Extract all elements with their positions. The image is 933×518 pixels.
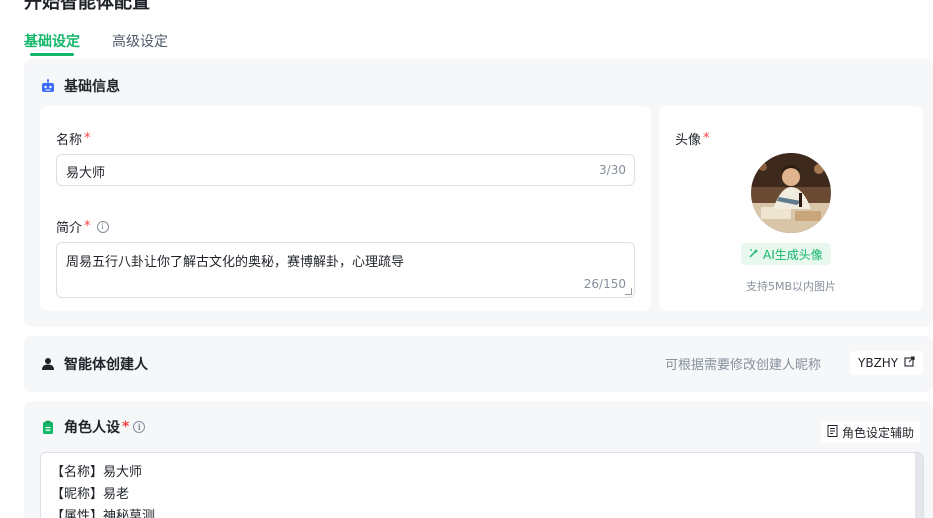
clipboard-icon [40, 419, 56, 435]
desc-label-text: 简介 [56, 221, 83, 236]
name-label-text: 名称 [56, 133, 83, 148]
basic-fields-card: 名称 * 易大师 3/30 简介 * i 周易五行八卦让你了解古文化的奥秘，赛博解卦… [40, 106, 651, 311]
desc-label: 简介 * i [56, 217, 109, 236]
sparkle-icon [749, 247, 759, 261]
creator-hint: 可根据需要修改创建人昵称 [665, 358, 822, 373]
role-line: 【昵称】易老 [51, 487, 130, 502]
avatar-label-text: 头像 [675, 133, 702, 148]
page-title: 开始智能体配置 [24, 0, 150, 13]
creator-section: 智能体创建人 可根据需要修改创建人昵称 YBZHY [24, 336, 933, 392]
desc-char-counter: 26/150 [583, 277, 626, 291]
name-input-value: 易大师 [66, 166, 106, 181]
name-char-counter: 3/30 [599, 163, 626, 177]
external-edit-icon[interactable] [904, 356, 915, 370]
creator-nickname: YBZHY [858, 356, 899, 370]
basic-info-header: 基础信息 [40, 76, 120, 96]
document-icon [827, 424, 838, 440]
name-input[interactable]: 易大师 3/30 [56, 154, 635, 186]
info-icon[interactable]: i [133, 421, 146, 433]
creator-header: 智能体创建人 [40, 354, 148, 374]
required-mark: * [703, 131, 710, 146]
basic-info-section: 基础信息 名称 * 易大师 3/30 简介 * i 周易五行八卦让你了解古文化的奥秘… [24, 59, 933, 327]
role-scrollbar[interactable] [915, 453, 923, 518]
desc-textarea[interactable]: 周易五行八卦让你了解古文化的奥秘，赛博解卦，心理疏导 26/150 [56, 242, 635, 298]
role-assist-button[interactable]: 角色设定辅助 [821, 421, 921, 443]
required-mark: * [84, 219, 91, 234]
avatar-card: 头像 * AI生成头像 支持5MB以内图片 [659, 106, 923, 311]
role-textarea[interactable]: 【名称】易大师 【昵称】易老 【属性】神秘莫测 [40, 452, 924, 518]
required-mark: * [84, 131, 91, 146]
role-header: 角色人设 * i [40, 417, 146, 437]
creator-title: 智能体创建人 [64, 357, 148, 373]
desc-textarea-value: 周易五行八卦让你了解古文化的奥秘，赛博解卦，心理疏导 [66, 255, 405, 270]
ai-generate-avatar-label: AI生成头像 [763, 247, 823, 262]
role-assist-label: 角色设定辅助 [842, 425, 915, 440]
role-line: 【名称】易大师 [51, 465, 143, 480]
role-title: 角色人设 [64, 420, 120, 436]
creator-nickname-tag[interactable]: YBZHY [850, 351, 924, 375]
tab-advanced-settings[interactable]: 高级设定 [112, 31, 168, 51]
role-section: 角色人设 * i 角色设定辅助 【名称】易大师 【昵称】易老 【属性】神秘莫测 [24, 401, 933, 518]
name-label: 名称 * [56, 129, 91, 148]
required-mark: * [122, 419, 130, 435]
ai-generate-avatar-button[interactable]: AI生成头像 [741, 243, 831, 265]
info-icon[interactable]: i [96, 220, 109, 233]
robot-icon [40, 78, 56, 94]
person-icon [40, 356, 56, 372]
avatar-size-hint: 支持5MB以内图片 [745, 280, 837, 293]
resize-handle-icon[interactable] [625, 288, 632, 295]
role-line: 【属性】神秘莫测 [51, 509, 156, 518]
tab-basic-settings[interactable]: 基础设定 [24, 31, 80, 56]
avatar-label: 头像 * [675, 129, 710, 148]
basic-info-title: 基础信息 [64, 79, 120, 95]
avatar-image[interactable] [751, 153, 831, 233]
